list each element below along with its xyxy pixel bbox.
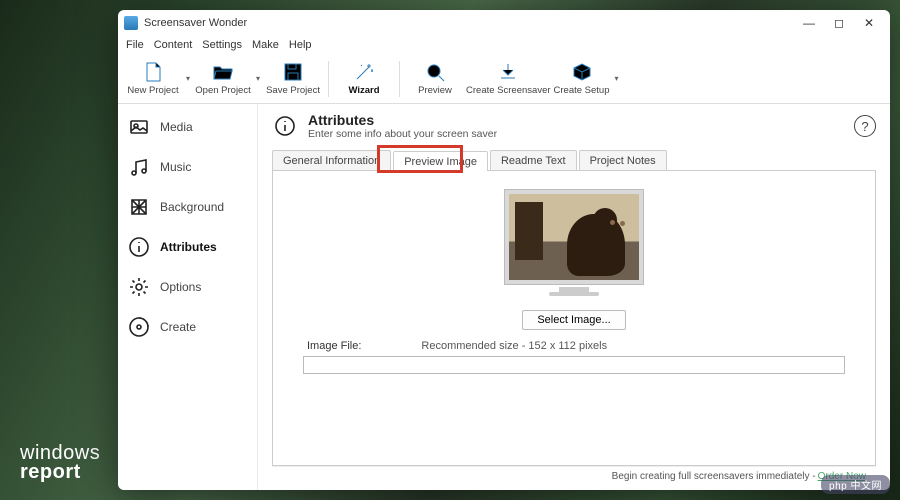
menu-settings[interactable]: Settings	[202, 39, 242, 51]
sidebar-item-create[interactable]: Create	[124, 314, 251, 340]
search-icon	[424, 61, 446, 83]
menu-content[interactable]: Content	[154, 39, 193, 51]
folder-open-icon	[212, 61, 234, 83]
tab-preview-image[interactable]: Preview Image	[393, 151, 488, 171]
recommended-size-label: Recommended size - 152 x 112 pixels	[421, 340, 607, 352]
menubar: File Content Settings Make Help	[118, 36, 890, 54]
maximize-button[interactable]: ◻	[824, 13, 854, 33]
chevron-down-icon[interactable]: ▾	[184, 74, 192, 83]
open-project-button[interactable]: Open Project	[194, 56, 252, 102]
wizard-button[interactable]: Wizard	[335, 56, 393, 102]
watermark-line2: report	[20, 463, 100, 482]
sidebar-item-label: Background	[160, 200, 224, 214]
sidebar-item-label: Music	[160, 160, 191, 174]
create-screensaver-button[interactable]: Create Screensaver	[466, 56, 550, 102]
image-file-input[interactable]	[303, 356, 845, 374]
image-file-label: Image File:	[307, 340, 361, 352]
main-panel: Attributes Enter some info about your sc…	[258, 104, 890, 490]
watermark-logo: windows report	[20, 444, 100, 482]
chevron-down-icon[interactable]: ▾	[613, 74, 621, 83]
new-project-button[interactable]: New Project	[124, 56, 182, 102]
toolbar-separator	[399, 61, 400, 97]
tabstrip: General Information Preview Image Readme…	[272, 150, 876, 171]
menu-file[interactable]: File	[126, 39, 144, 51]
file-icon	[142, 61, 164, 83]
app-icon	[124, 16, 138, 30]
sidebar-item-label: Media	[160, 120, 193, 134]
sidebar-item-label: Options	[160, 280, 201, 294]
menu-help[interactable]: Help	[289, 39, 312, 51]
menu-make[interactable]: Make	[252, 39, 279, 51]
sidebar-item-media[interactable]: Media	[124, 114, 251, 140]
toolbar-separator	[328, 61, 329, 97]
info-icon	[272, 113, 298, 139]
page-title: Attributes	[308, 112, 497, 128]
disc-icon	[128, 316, 150, 338]
preview-monitor	[504, 189, 644, 296]
tab-general-information[interactable]: General Information	[272, 150, 391, 170]
help-button[interactable]: ?	[854, 115, 876, 137]
titlebar: Screensaver Wonder — ◻ ✕	[118, 10, 890, 36]
media-icon	[128, 116, 150, 138]
sidebar-item-options[interactable]: Options	[124, 274, 251, 300]
preview-image	[509, 194, 639, 280]
tab-readme-text[interactable]: Readme Text	[490, 150, 577, 170]
wand-icon	[353, 61, 375, 83]
info-icon	[128, 236, 150, 258]
status-bar: Begin creating full screensavers immedia…	[272, 466, 876, 486]
sidebar-item-attributes[interactable]: Attributes	[124, 234, 251, 260]
sidebar-item-background[interactable]: Background	[124, 194, 251, 220]
background-icon	[128, 196, 150, 218]
page-subtitle: Enter some info about your screen saver	[308, 128, 497, 140]
save-icon	[282, 61, 304, 83]
overlay-stamp: php 中文网	[821, 475, 890, 494]
music-icon	[128, 156, 150, 178]
package-icon	[571, 61, 593, 83]
download-icon	[497, 61, 519, 83]
toolbar: New Project ▾ Open Project ▾ Save Projec…	[118, 54, 890, 104]
window-title: Screensaver Wonder	[144, 17, 247, 29]
sidebar-item-music[interactable]: Music	[124, 154, 251, 180]
minimize-button[interactable]: —	[794, 13, 824, 33]
tab-project-notes[interactable]: Project Notes	[579, 150, 667, 170]
create-setup-button[interactable]: Create Setup	[553, 56, 611, 102]
close-button[interactable]: ✕	[854, 13, 884, 33]
preview-button[interactable]: Preview	[406, 56, 464, 102]
select-image-button[interactable]: Select Image...	[522, 310, 625, 330]
gear-icon	[128, 276, 150, 298]
chevron-down-icon[interactable]: ▾	[254, 74, 262, 83]
app-window: Screensaver Wonder — ◻ ✕ File Content Se…	[118, 10, 890, 490]
preview-image-panel: Select Image... Image File: Recommended …	[272, 171, 876, 466]
sidebar-item-label: Create	[160, 320, 196, 334]
preview-thumbnail	[504, 189, 644, 285]
save-project-button[interactable]: Save Project	[264, 56, 322, 102]
sidebar: Media Music Background Attributes Option…	[118, 104, 258, 490]
sidebar-item-label: Attributes	[160, 240, 217, 254]
footer-text: Begin creating full screensavers immedia…	[612, 471, 816, 482]
